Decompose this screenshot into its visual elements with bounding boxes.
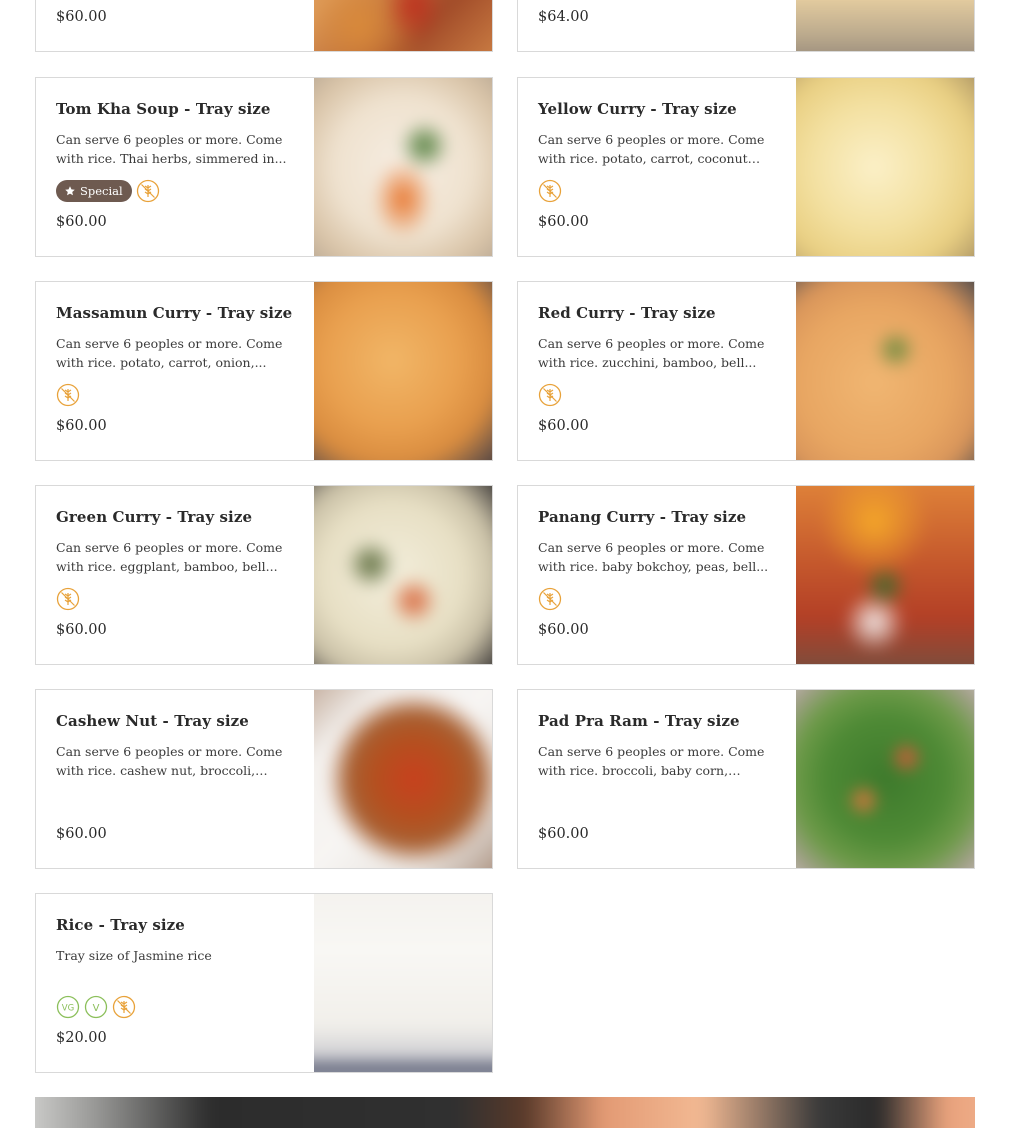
banner-image	[35, 1097, 975, 1128]
wheat-slash-icon	[56, 587, 80, 611]
item-price: $60.00	[538, 826, 589, 842]
item-tags	[538, 383, 562, 407]
item-title: Green Curry - Tray size	[56, 508, 253, 526]
item-tags	[56, 587, 80, 611]
wheat-slash-icon	[56, 383, 80, 407]
item-description: Can serve 6 peoples or more. Come with r…	[56, 132, 287, 166]
item-price: $60.00	[56, 9, 107, 25]
wheat-slash-icon	[538, 179, 562, 203]
item-tags: Special	[56, 179, 160, 203]
item-photo	[796, 0, 974, 51]
item-description: Can serve 6 peoples or more. Come with r…	[538, 540, 769, 574]
item-photo	[796, 282, 974, 460]
item-description: Can serve 6 peoples or more. Come with r…	[56, 336, 283, 370]
item-title: Yellow Curry - Tray size	[538, 100, 737, 118]
card-body: $64.00	[538, 0, 778, 51]
item-description: Can serve 6 peoples or more. Come with r…	[538, 744, 765, 778]
item-price: $60.00	[538, 214, 589, 230]
wheat-slash-icon	[538, 383, 562, 407]
item-price: $60.00	[56, 418, 107, 434]
item-price: $20.00	[56, 1030, 107, 1046]
item-price: $60.00	[538, 418, 589, 434]
menu-item-card[interactable]: Pad Pra Ram - Tray size Can serve 6 peop…	[517, 689, 975, 869]
item-tags	[538, 587, 562, 611]
item-title: Tom Kha Soup - Tray size	[56, 100, 271, 118]
svg-text:VG: VG	[62, 1003, 74, 1013]
item-description: Can serve 6 peoples or more. Come with r…	[56, 540, 283, 574]
item-price: $64.00	[538, 9, 589, 25]
card-body: Red Curry - Tray size Can serve 6 people…	[538, 282, 778, 460]
item-title: Cashew Nut - Tray size	[56, 712, 249, 730]
menu-item-card[interactable]: Cashew Nut - Tray size Can serve 6 peopl…	[35, 689, 493, 869]
wheat-slash-icon	[538, 587, 562, 611]
item-description: Can serve 6 peoples or more. Come with r…	[56, 744, 283, 778]
item-price: $60.00	[56, 826, 107, 842]
item-price: $60.00	[56, 214, 107, 230]
item-photo	[314, 894, 492, 1072]
menu-item-card[interactable]: $64.00	[517, 0, 975, 52]
item-tags	[56, 383, 80, 407]
special-badge: Special	[56, 180, 132, 202]
item-price: $60.00	[56, 622, 107, 638]
svg-text:V: V	[93, 1003, 100, 1014]
menu-item-card[interactable]: Massamun Curry - Tray size Can serve 6 p…	[35, 281, 493, 461]
card-body: Panang Curry - Tray size Can serve 6 peo…	[538, 486, 778, 664]
menu-item-card[interactable]: Green Curry - Tray size Can serve 6 peop…	[35, 485, 493, 665]
card-body: Massamun Curry - Tray size Can serve 6 p…	[56, 282, 296, 460]
card-body: Cashew Nut - Tray size Can serve 6 peopl…	[56, 690, 296, 868]
item-photo	[314, 0, 492, 51]
menu-item-card[interactable]: Rice - Tray size Tray size of Jasmine ri…	[35, 893, 493, 1073]
item-photo	[796, 690, 974, 868]
item-tags	[538, 179, 562, 203]
item-description: Can serve 6 peoples or more. Come with r…	[538, 336, 765, 370]
card-body: Rice - Tray size Tray size of Jasmine ri…	[56, 894, 296, 1072]
card-body: $60.00	[56, 0, 296, 51]
item-title: Panang Curry - Tray size	[538, 508, 747, 526]
item-tags: VG V	[56, 995, 136, 1019]
vegetarian-icon: V	[84, 995, 108, 1019]
menu-item-card[interactable]: Tom Kha Soup - Tray size Can serve 6 peo…	[35, 77, 493, 257]
menu-item-card[interactable]: $60.00	[35, 0, 493, 52]
menu-item-card[interactable]: Yellow Curry - Tray size Can serve 6 peo…	[517, 77, 975, 257]
star-icon	[65, 186, 75, 196]
item-title: Pad Pra Ram - Tray size	[538, 712, 740, 730]
item-title: Massamun Curry - Tray size	[56, 304, 293, 322]
item-description: Can serve 6 peoples or more. Come with r…	[538, 132, 765, 166]
wheat-slash-icon	[136, 179, 159, 203]
item-photo	[314, 78, 492, 256]
card-body: Tom Kha Soup - Tray size Can serve 6 peo…	[56, 78, 296, 256]
item-title: Rice - Tray size	[56, 916, 185, 934]
menu-item-card[interactable]: Red Curry - Tray size Can serve 6 people…	[517, 281, 975, 461]
item-photo	[796, 486, 974, 664]
special-label: Special	[80, 184, 123, 198]
item-photo	[314, 282, 492, 460]
item-title: Red Curry - Tray size	[538, 304, 716, 322]
card-body: Green Curry - Tray size Can serve 6 peop…	[56, 486, 296, 664]
card-body: Yellow Curry - Tray size Can serve 6 peo…	[538, 78, 778, 256]
card-body: Pad Pra Ram - Tray size Can serve 6 peop…	[538, 690, 778, 868]
wheat-slash-icon	[112, 995, 136, 1019]
vegan-icon: VG	[56, 995, 80, 1019]
item-photo	[314, 690, 492, 868]
item-photo	[796, 78, 974, 256]
item-photo	[314, 486, 492, 664]
menu-item-card[interactable]: Panang Curry - Tray size Can serve 6 peo…	[517, 485, 975, 665]
item-description: Tray size of Jasmine rice	[56, 948, 212, 963]
item-price: $60.00	[538, 622, 589, 638]
